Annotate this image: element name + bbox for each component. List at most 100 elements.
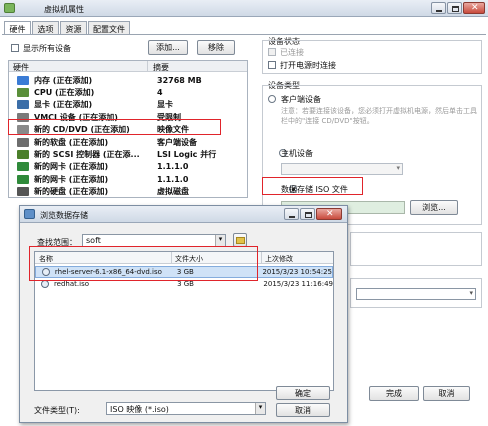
tab-profiles[interactable]: 配置文件 [88, 21, 130, 34]
hardware-name: 新的软盘 (正在添加) [34, 137, 109, 147]
hardware-row[interactable]: 内存 (正在添加) 32768 MB [9, 74, 247, 86]
hardware-row[interactable]: 新的网卡 (正在添加) 1.1.1.0 [9, 173, 247, 185]
file-modified: 2015/3/23 10:54:25 [262, 268, 332, 276]
maximize-icon [452, 6, 459, 12]
hardware-row[interactable]: CPU (正在添加) 4 [9, 86, 247, 98]
host-device-label: 主机设备 [281, 149, 313, 158]
hardware-device-icon [17, 162, 29, 172]
vm-icon [4, 3, 15, 13]
chevron-down-icon: ▾ [255, 403, 265, 414]
chevron-down-icon: ▾ [396, 164, 400, 172]
hardware-device-icon [17, 149, 29, 159]
connect-at-power-on-label: 打开电源时连接 [280, 61, 336, 70]
hardware-name: CPU (正在添加) [34, 87, 95, 97]
hardware-row[interactable]: 新的硬盘 (正在添加) 虚拟磁盘 [9, 186, 247, 198]
hardware-row[interactable]: 新的软盘 (正在添加) 客户端设备 [9, 136, 247, 148]
disc-icon [41, 280, 49, 288]
window-title: 虚拟机属性 [44, 5, 84, 14]
chevron-down-icon: ▾ [469, 289, 473, 297]
datastore-icon [24, 209, 35, 219]
hardware-summary: 显卡 [157, 100, 173, 110]
hardware-row[interactable]: 新的网卡 (正在添加) 1.1.1.0 [9, 161, 247, 173]
hardware-summary: 4 [157, 87, 163, 97]
hardware-summary: 32768 MB [157, 75, 202, 85]
browse-dialog: 浏览数据存储 ✕ 查找范围： soft ▾ 名称 文件大小 上次修改 rhel-… [19, 205, 348, 423]
minimize-icon [436, 10, 442, 12]
main-title-bar: 虚拟机属性 ✕ [0, 0, 488, 17]
hardware-name: 新的硬盘 (正在添加) [34, 187, 109, 197]
hardware-device-icon [17, 187, 29, 197]
hardware-device-icon [17, 75, 29, 85]
hardware-name: 显卡 (正在添加) [34, 100, 93, 110]
virtual-device-node-select[interactable]: ▾ [356, 288, 476, 300]
hardware-name: 新的网卡 (正在添加) [34, 162, 109, 172]
filetype-select[interactable]: ISO 映像 (*.iso) ▾ [106, 402, 266, 415]
virtual-device-node-group [350, 232, 482, 266]
connected-checkbox[interactable] [268, 48, 276, 56]
dialog-cancel-button[interactable]: 取消 [276, 403, 330, 417]
maximize-button[interactable] [447, 2, 462, 14]
client-device-note: 注意：若要连接该设备，您必须打开虚拟机电源，然后单击工具栏中的"连接 CD/DV… [281, 107, 477, 125]
file-rows: rhel-server-6.1-x86_64-dvd.iso 3 GB 2015/3… [35, 266, 333, 386]
tab-panel-border [2, 34, 486, 35]
client-device-label: 客户端设备 [281, 95, 321, 104]
filetype-value: ISO 映像 (*.iso) [110, 405, 169, 414]
tab-hardware[interactable]: 硬件 [4, 21, 31, 34]
up-folder-button[interactable] [233, 233, 247, 247]
filetype-label: 文件类型(T): [34, 406, 80, 415]
dialog-maximize-button[interactable] [300, 208, 315, 220]
close-button[interactable]: ✕ [463, 2, 485, 14]
hardware-summary: LSI Logic 并行 [157, 149, 217, 159]
client-device-radio[interactable] [268, 95, 276, 103]
finish-button[interactable]: 完成 [369, 386, 419, 401]
hardware-name: 新的网卡 (正在添加) [34, 174, 109, 184]
column-divider [147, 61, 148, 72]
highlight-datastore-iso [262, 177, 363, 195]
folder-up-icon [235, 236, 245, 244]
hardware-device-icon [17, 174, 29, 184]
column-modified[interactable]: 上次修改 [265, 254, 293, 264]
hardware-device-icon [17, 137, 29, 147]
hardware-summary: 1.1.1.0 [157, 174, 189, 184]
highlight-iso-file [29, 246, 258, 281]
highlight-cd-dvd-row [8, 119, 221, 135]
add-button[interactable]: 添加... [148, 40, 188, 55]
browse-button[interactable]: 浏览... [410, 200, 458, 215]
dialog-close-button[interactable]: ✕ [316, 208, 342, 220]
connected-label: 已连接 [280, 48, 304, 57]
hardware-name: 内存 (正在添加) [34, 75, 93, 85]
minimize-icon [289, 216, 295, 218]
hardware-summary: 虚拟磁盘 [157, 187, 189, 197]
close-icon: ✕ [326, 209, 334, 219]
hardware-table-header: 硬件 摘要 [9, 61, 247, 72]
hardware-summary: 客户端设备 [157, 137, 197, 147]
lookin-value: soft [86, 236, 101, 245]
file-name: redhat.iso [53, 280, 89, 288]
dialog-title: 浏览数据存储 [40, 211, 88, 220]
maximize-icon [305, 212, 312, 218]
hardware-row[interactable]: 新的 SCSI 控制器 (正在添... LSI Logic 并行 [9, 148, 247, 160]
close-icon: ✕ [471, 3, 479, 13]
column-summary: 摘要 [153, 63, 169, 72]
main-cancel-button[interactable]: 取消 [423, 386, 470, 401]
host-device-select[interactable]: ▾ [281, 163, 403, 175]
dialog-title-bar: 浏览数据存储 ✕ [20, 206, 347, 223]
dialog-minimize-button[interactable] [284, 208, 299, 220]
tab-options[interactable]: 选项 [32, 21, 59, 34]
hardware-summary: 1.1.1.0 [157, 162, 189, 172]
hardware-row[interactable]: 显卡 (正在添加) 显卡 [9, 99, 247, 111]
tab-resources[interactable]: 资源 [60, 21, 87, 34]
ok-button[interactable]: 确定 [276, 386, 330, 400]
hardware-list: 内存 (正在添加) 32768 MB CPU (正在添加) 4 显卡 (正在添加) 显卡 V… [9, 74, 247, 198]
column-hardware: 硬件 [13, 63, 29, 72]
chevron-down-icon: ▾ [215, 235, 225, 246]
minimize-button[interactable] [431, 2, 446, 14]
column-divider [261, 252, 262, 264]
remove-button[interactable]: 移除 [197, 40, 235, 55]
show-all-devices-checkbox[interactable] [11, 44, 19, 52]
hardware-name: 新的 SCSI 控制器 (正在添... [34, 149, 140, 159]
file-modified: 2015/3/23 11:16:49 [263, 280, 333, 288]
connect-at-power-on-checkbox[interactable] [268, 61, 276, 69]
show-all-devices-label: 显示所有设备 [23, 44, 71, 53]
hardware-device-icon [17, 100, 29, 110]
